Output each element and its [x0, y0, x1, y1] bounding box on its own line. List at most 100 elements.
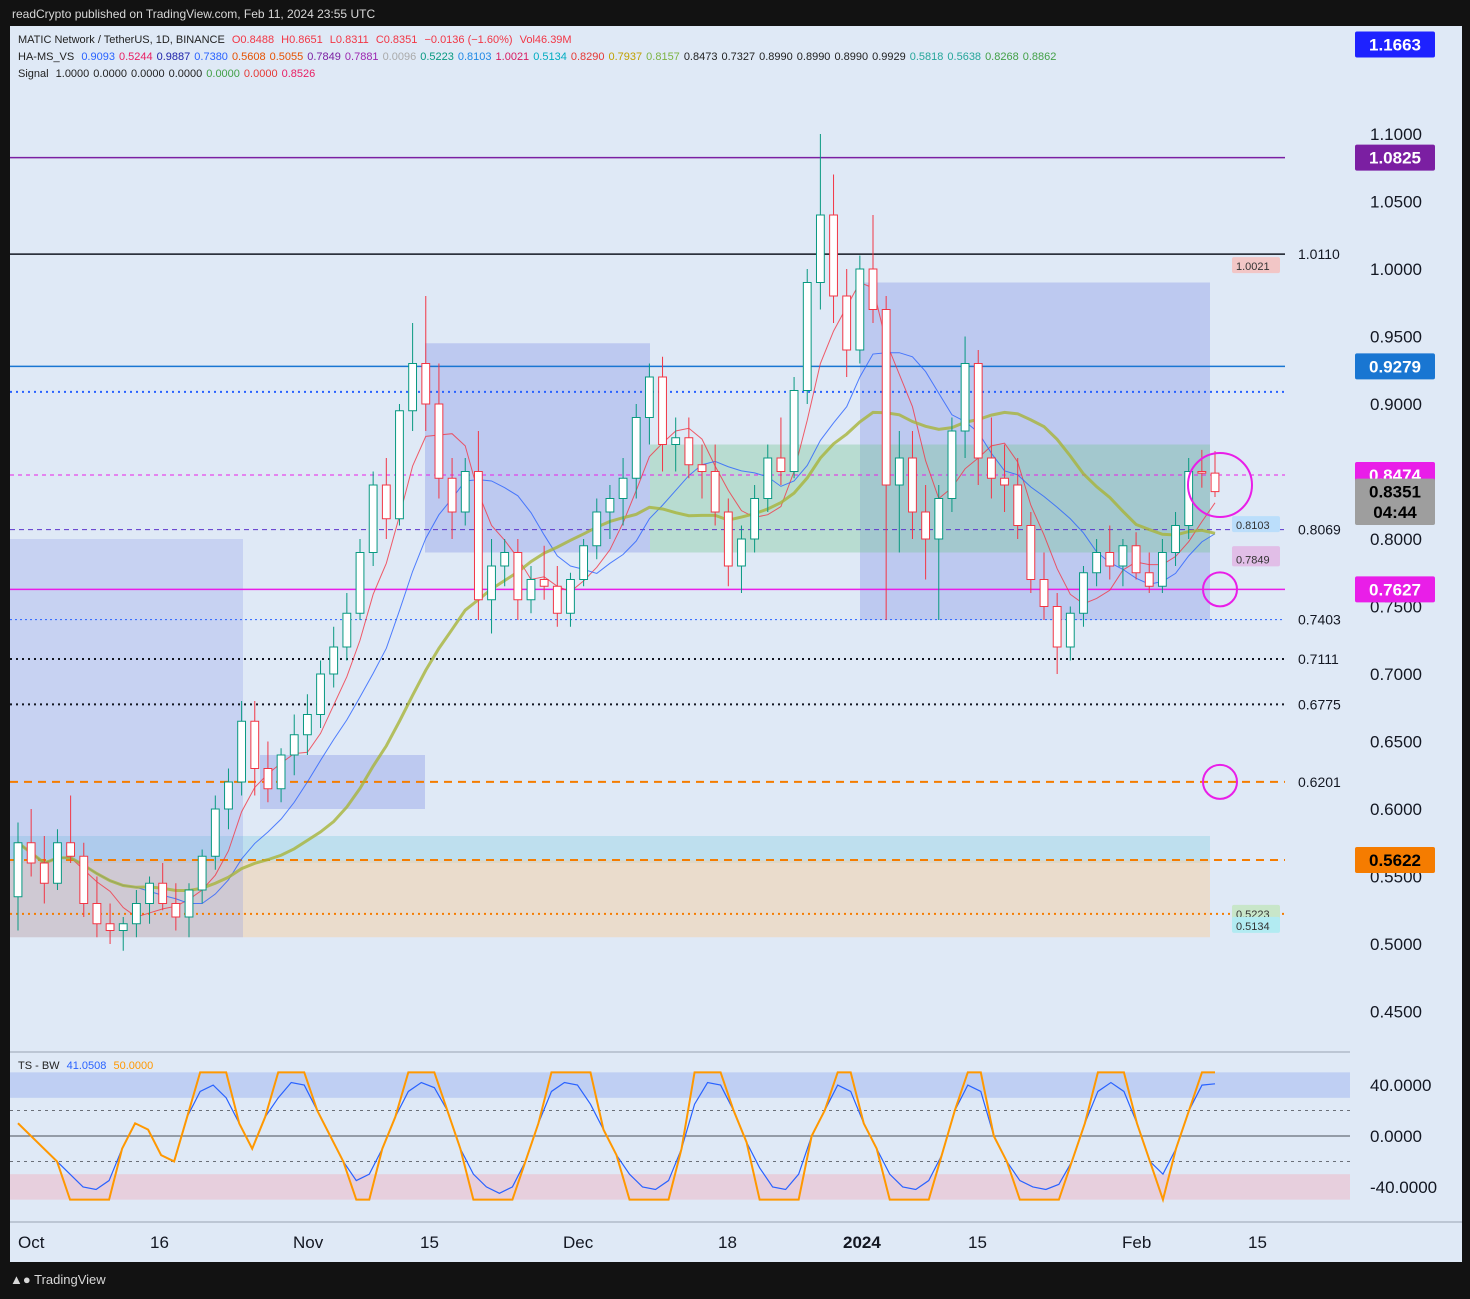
date-tick: Feb — [1122, 1233, 1151, 1252]
candle-body — [210, 808, 220, 857]
candle-body — [473, 471, 483, 601]
ohlc-change: −0.0136 (−1.60%) — [424, 34, 513, 46]
candle-body — [421, 363, 431, 405]
oscillator-value-1: 41.0508 — [66, 1060, 107, 1072]
candle-body — [855, 268, 865, 351]
candle-body — [1013, 484, 1023, 526]
signal-value: 0.0000 — [168, 68, 203, 80]
date-tick: 15 — [420, 1233, 439, 1252]
candle-body — [131, 903, 141, 925]
candle-body — [789, 390, 799, 472]
price-badge: 04:44 — [1373, 503, 1417, 522]
candle-body — [552, 585, 562, 614]
candle-body — [381, 484, 391, 520]
hams-value: 0.8473 — [683, 51, 718, 63]
candle-body — [697, 464, 707, 472]
chart-panel[interactable]: 1.1000 1.0500 1.0000 0.9500 0.9000 0.8000 0.75… — [10, 26, 1462, 1262]
candle-body — [776, 457, 786, 472]
candle-body — [658, 376, 667, 445]
price-tick: 1.1000 — [1370, 125, 1422, 144]
candle-body — [395, 410, 404, 520]
date-tick: 15 — [968, 1233, 987, 1252]
signal-values: 1.0000 0.0000 0.0000 0.0000 0.0000 0.0000 0.85… — [56, 68, 320, 80]
candle-body — [1000, 477, 1009, 486]
level-label: 0.6775 — [1298, 696, 1341, 712]
date-tick: 18 — [718, 1233, 737, 1252]
candle-body — [815, 214, 825, 283]
hams-value: 0.7380 — [194, 51, 228, 63]
candle-body — [500, 552, 510, 567]
candle-body — [605, 498, 615, 513]
hams-value: 0.8990 — [796, 51, 831, 63]
hams-value: 0.8290 — [570, 51, 605, 63]
candle-body — [644, 376, 654, 418]
hams-legend: HA-MS_VS 0.9093 0.5244 0.9887 0.7380 0.5608 0… — [18, 51, 1064, 63]
candle-body — [1052, 606, 1062, 648]
candle-body — [460, 471, 470, 513]
candle-body — [921, 511, 931, 540]
candle-body — [566, 579, 575, 614]
hams-value: 0.8990 — [834, 51, 869, 63]
hams-value: 0.9887 — [156, 51, 191, 63]
candle-body — [631, 417, 641, 479]
price-tick: 0.9000 — [1370, 395, 1422, 414]
oscillator-legend: TS - BW 41.0508 50.0000 — [18, 1060, 157, 1072]
tradingview-logo[interactable]: ▲● TradingView — [10, 1272, 106, 1287]
date-tick: 16 — [150, 1233, 169, 1252]
candle-body — [947, 430, 957, 499]
date-tick: Dec — [563, 1233, 594, 1252]
candle-body — [197, 855, 207, 891]
ohlc-close: C0.8351 — [375, 34, 418, 46]
hams-label[interactable]: HA-MS_VS — [18, 51, 74, 63]
signal-value: 1.0000 — [55, 68, 90, 80]
candle-body — [684, 437, 694, 466]
candle-body — [368, 484, 378, 553]
oscillator-label[interactable]: TS - BW — [18, 1060, 60, 1072]
level-label: 0.7111 — [1298, 651, 1339, 667]
oscillator-band-bottom — [10, 1174, 1350, 1200]
candle-body — [802, 282, 812, 391]
date-tick: Nov — [293, 1233, 324, 1252]
hams-value: 0.8268 — [985, 51, 1019, 63]
candle-body — [1210, 472, 1220, 493]
hams-value: 0.5244 — [118, 51, 153, 63]
candle-body — [513, 552, 523, 601]
hams-value: 0.8990 — [759, 51, 793, 63]
candle-body — [184, 889, 194, 918]
candle-body — [329, 646, 339, 675]
candle-body — [79, 855, 89, 904]
candle-body — [224, 781, 233, 810]
candle-body — [1171, 525, 1180, 553]
symbol-title[interactable]: MATIC Network / TetherUS, 1D, BINANCE — [18, 34, 225, 46]
tradingview-snapshot: readCrypto published on TradingView.com,… — [0, 0, 1470, 1299]
candle-body — [894, 457, 904, 486]
symbol-legend: MATIC Network / TetherUS, 1D, BINANCE O0… — [18, 34, 576, 46]
candle-body — [26, 842, 36, 864]
candle-body — [881, 309, 891, 486]
price-badge: 0.7627 — [1369, 580, 1421, 599]
hams-value: 0.5223 — [420, 51, 454, 63]
hams-value: 0.8157 — [646, 51, 680, 63]
candle-body — [1079, 572, 1088, 614]
oscillator-tick: -40.0000 — [1370, 1178, 1437, 1197]
candle-body — [763, 457, 773, 499]
hams-value: 0.5818 — [909, 51, 944, 63]
tv-logo-text: TradingView — [34, 1272, 106, 1287]
candle-body — [579, 545, 589, 580]
level-label: 0.6201 — [1298, 774, 1341, 790]
candle-body — [1092, 552, 1102, 574]
ohlc-low: L0.8311 — [329, 34, 369, 46]
candle-body — [1118, 545, 1128, 567]
candle-body — [750, 498, 760, 540]
candle-body — [263, 768, 273, 790]
hams-value: 0.7937 — [608, 51, 643, 63]
candle-body — [276, 754, 286, 790]
price-tick: 0.5000 — [1370, 935, 1422, 954]
publisher-line: readCrypto published on TradingView.com,… — [12, 7, 376, 21]
price-chart[interactable]: 1.10001.05001.00000.95000.90000.80000.75… — [10, 26, 1462, 1262]
candle-body — [487, 565, 496, 601]
signal-value: 0.8526 — [281, 68, 316, 80]
level-label: 0.8069 — [1298, 522, 1341, 538]
signal-label[interactable]: Signal — [18, 68, 49, 80]
price-tick: 0.6000 — [1370, 800, 1422, 819]
